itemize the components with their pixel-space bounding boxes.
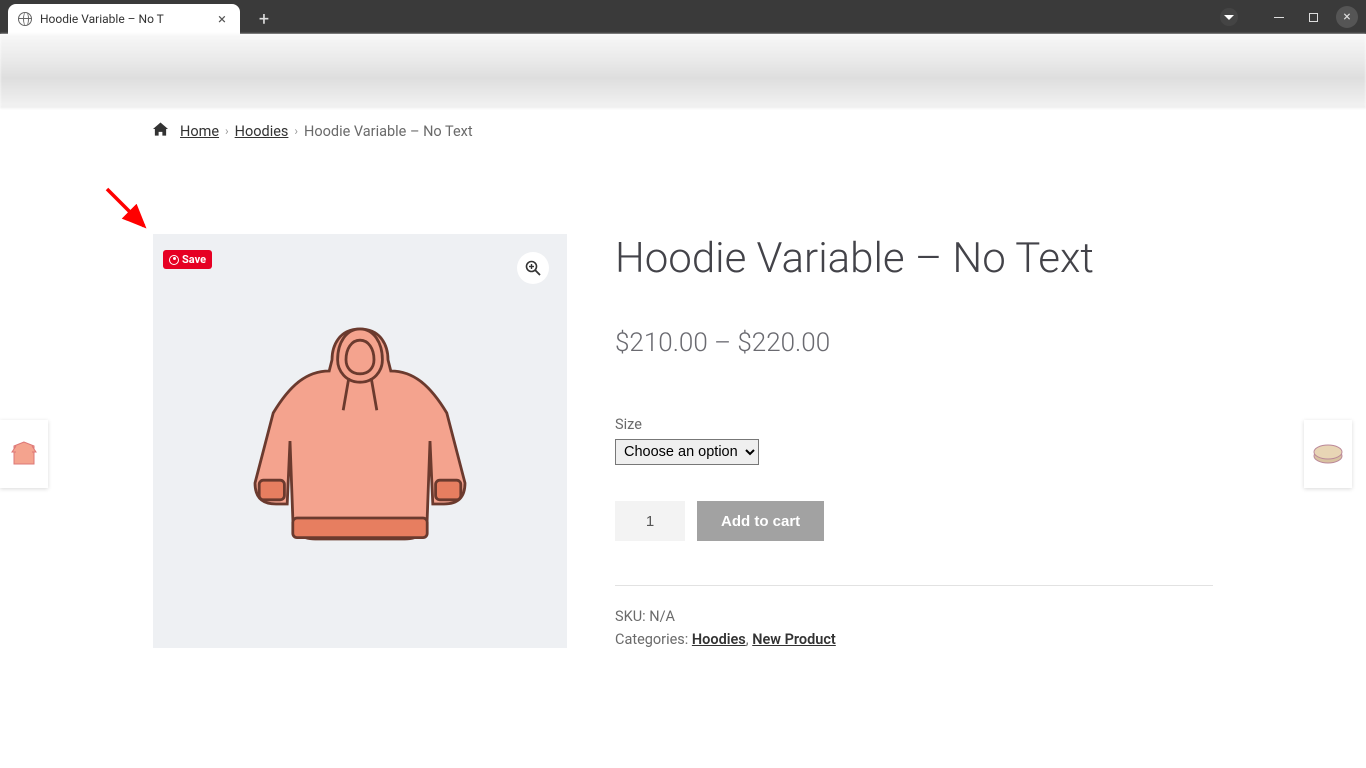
category-link-hoodies[interactable]: Hoodies xyxy=(692,631,746,648)
breadcrumb: Home › Hoodies › Hoodie Variable – No Te… xyxy=(153,122,1213,140)
browser-menu-icon[interactable] xyxy=(1220,8,1238,26)
window-maximize-button[interactable] xyxy=(1302,6,1324,28)
tab-title: Hoodie Variable – No T xyxy=(40,12,208,26)
window-minimize-button[interactable] xyxy=(1268,6,1290,28)
home-icon xyxy=(153,122,168,140)
zoom-icon[interactable] xyxy=(517,252,549,284)
quantity-input[interactable] xyxy=(615,501,685,541)
window-controls: × xyxy=(1220,0,1358,34)
size-label: Size xyxy=(615,416,1213,433)
categories-row: Categories: Hoodies, New Product xyxy=(615,631,1213,648)
product-title: Hoodie Variable – No Text xyxy=(615,234,1213,284)
next-product-thumb[interactable] xyxy=(1304,420,1352,488)
chevron-right-icon: › xyxy=(294,124,298,138)
globe-icon xyxy=(18,12,32,26)
tab-close-button[interactable]: × xyxy=(214,11,230,27)
sku-value: N/A xyxy=(649,608,675,625)
pinterest-save-label: Save xyxy=(182,253,206,266)
category-link-newproduct[interactable]: New Product xyxy=(752,631,836,648)
breadcrumb-current: Hoodie Variable – No Text xyxy=(304,123,473,140)
site-header-blurred xyxy=(0,34,1366,108)
product-price: $210.00 – $220.00 xyxy=(615,328,1213,358)
browser-tab-bar: Hoodie Variable – No T × + × xyxy=(0,0,1366,34)
browser-tab[interactable]: Hoodie Variable – No T × xyxy=(8,4,240,34)
product-image xyxy=(220,301,500,581)
pinterest-save-button[interactable]: Save xyxy=(163,250,212,269)
breadcrumb-category-link[interactable]: Hoodies xyxy=(235,123,289,140)
page-viewport[interactable]: Home › Hoodies › Hoodie Variable – No Te… xyxy=(0,108,1366,768)
product-image-gallery[interactable]: Save xyxy=(153,234,567,648)
sku-label: SKU: xyxy=(615,608,649,625)
size-select[interactable]: Choose an option xyxy=(615,439,759,465)
pinterest-icon xyxy=(169,255,179,265)
window-close-button[interactable]: × xyxy=(1336,6,1358,28)
chevron-right-icon: › xyxy=(225,124,229,138)
prev-product-thumb[interactable] xyxy=(0,420,48,488)
add-to-cart-button[interactable]: Add to cart xyxy=(697,501,824,541)
new-tab-button[interactable]: + xyxy=(250,5,278,33)
categories-label: Categories: xyxy=(615,631,692,648)
breadcrumb-home-link[interactable]: Home xyxy=(180,123,219,140)
sku-row: SKU: N/A xyxy=(615,608,1213,625)
